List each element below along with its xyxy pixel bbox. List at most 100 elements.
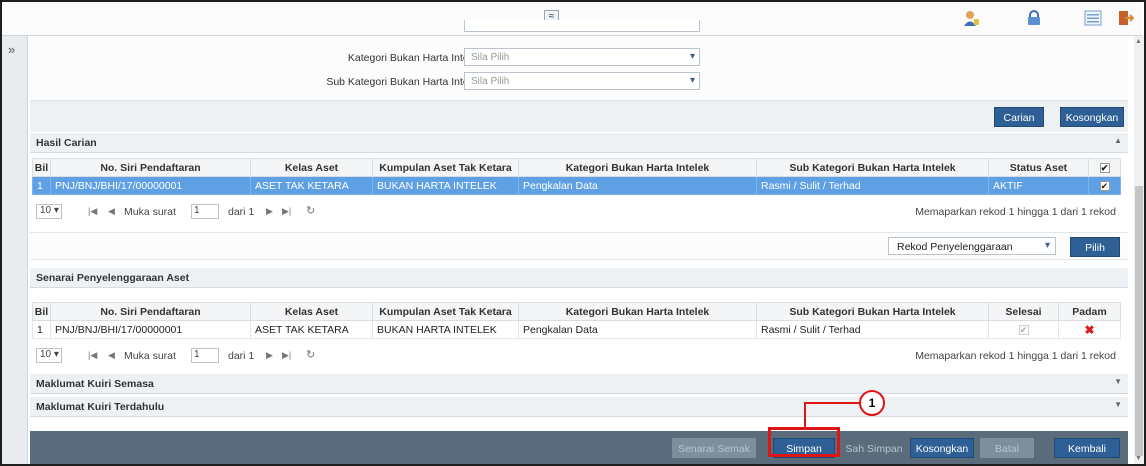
cell-bil: 1 — [32, 176, 51, 195]
chevron-down-icon: ▾ — [1044, 240, 1050, 251]
col-kategori[interactable]: Kategori Bukan Harta Intelek — [518, 302, 757, 321]
table-header-row: Bil No. Siri Pendaftaran Kelas Aset Kump… — [32, 158, 1121, 177]
sah-simpan-button[interactable]: Sah Simpan — [844, 438, 904, 458]
maintenance-table: Bil No. Siri Pendaftaran Kelas Aset Kump… — [32, 302, 1121, 339]
record-info: Memaparkan rekod 1 hingga 1 dari 1 rekod — [915, 206, 1116, 218]
row-checkbox[interactable]: ✔ — [1088, 176, 1121, 195]
kuiri-terdahulu-title: Maklumat Kuiri Terdahulu — [36, 401, 165, 413]
last-page-icon[interactable]: ▶| — [282, 350, 291, 361]
results-table: Bil No. Siri Pendaftaran Kelas Aset Kump… — [32, 158, 1121, 195]
col-no-siri[interactable]: No. Siri Pendaftaran — [50, 158, 251, 177]
scroll-down-icon[interactable]: ▼ — [1135, 455, 1142, 462]
search-button-bar: Carian Kosongkan — [30, 100, 1128, 132]
cell-kelas: ASET TAK KETARA — [250, 176, 373, 195]
chevron-down-icon: ▾ — [689, 75, 695, 86]
filter-form: Kategori Bukan Harta Intelek : Sila Pili… — [30, 20, 1128, 98]
filter-row-sub-kategori: Sub Kategori Bukan Harta Intelek : Sila … — [30, 72, 1128, 92]
col-kategori[interactable]: Kategori Bukan Harta Intelek — [518, 158, 757, 177]
page-size-select[interactable]: 10 ▾ — [36, 204, 62, 219]
cell-no-siri: PNJ/BNJ/BHI/17/00000001 — [50, 176, 251, 195]
first-page-icon[interactable]: |◀ — [88, 350, 97, 361]
scroll-up-icon[interactable]: ▲ — [1135, 38, 1142, 45]
kuiri-terdahulu-header[interactable]: Maklumat Kuiri Terdahulu ▼ — [30, 397, 1128, 417]
table-row[interactable]: 1 PNJ/BNJ/BHI/17/00000001 ASET TAK KETAR… — [32, 320, 1121, 339]
cell-bil: 1 — [32, 320, 51, 339]
col-kelas[interactable]: Kelas Aset — [250, 158, 373, 177]
col-no-siri[interactable]: No. Siri Pendaftaran — [50, 302, 251, 321]
kategori-placeholder: Sila Pilih — [471, 52, 510, 63]
cell-kumpulan: BUKAN HARTA INTELEK — [372, 320, 519, 339]
cell-kategori: Pengkalan Data — [518, 320, 757, 339]
scrollbar-thumb[interactable] — [1135, 186, 1143, 456]
cell-kategori: Pengkalan Data — [518, 176, 757, 195]
first-page-icon[interactable]: |◀ — [88, 206, 97, 217]
expand-sidebar-icon[interactable]: » — [8, 42, 15, 57]
carian-button[interactable]: Carian — [994, 107, 1044, 127]
results-pager: 10 ▾ |◀ ◀ Muka surat 1 dari 1 ▶ ▶| ↻ Mem… — [32, 202, 1120, 222]
callout-line — [804, 403, 806, 428]
page-label: Muka surat — [124, 206, 176, 218]
table-row[interactable]: 1 PNJ/BNJ/BHI/17/00000001 ASET TAK KETAR… — [32, 176, 1121, 195]
page-input[interactable]: 1 — [191, 204, 219, 219]
record-info: Memaparkan rekod 1 hingga 1 dari 1 rekod — [915, 350, 1116, 362]
rekod-select[interactable]: Rekod Penyelenggaraan ▾ — [888, 237, 1056, 255]
refresh-icon[interactable]: ↻ — [306, 204, 315, 217]
expand-icon[interactable]: ▼ — [1114, 400, 1122, 409]
prev-page-icon[interactable]: ◀ — [108, 206, 115, 217]
kosongkan-button[interactable]: Kosongkan — [910, 438, 974, 458]
lock-icon[interactable] — [1025, 9, 1043, 27]
col-sub-kategori[interactable]: Sub Kategori Bukan Harta Intelek — [756, 302, 989, 321]
footer-action-bar: Senarai Semak Simpan Sah Simpan Kosongka… — [30, 431, 1128, 464]
page-label: Muka surat — [124, 350, 176, 362]
hasil-carian-header[interactable]: Hasil Carian ▲ — [30, 133, 1128, 153]
callout-number-badge: 1 — [859, 390, 885, 416]
user-icon[interactable] — [962, 9, 980, 27]
callout-highlight-box — [768, 427, 840, 457]
previous-field-select[interactable] — [464, 20, 700, 32]
sub-kategori-select[interactable]: Sila Pilih ▾ — [464, 72, 700, 90]
last-page-icon[interactable]: ▶| — [282, 206, 291, 217]
cell-sub-kategori: Rasmi / Sulit / Terhad — [756, 176, 989, 195]
expand-icon[interactable]: ▼ — [1114, 377, 1122, 386]
col-bil[interactable]: Bil — [32, 158, 51, 177]
select-all-checkbox[interactable]: ✔ — [1088, 158, 1121, 177]
page-input[interactable]: 1 — [191, 348, 219, 363]
pilih-button[interactable]: Pilih — [1070, 237, 1120, 257]
logout-icon[interactable] — [1116, 9, 1135, 27]
col-selesai[interactable]: Selesai — [988, 302, 1059, 321]
kategori-select[interactable]: Sila Pilih ▾ — [464, 48, 700, 66]
left-sidebar-strip: » — [2, 36, 28, 464]
next-page-icon[interactable]: ▶ — [266, 206, 273, 217]
cell-status: AKTIF — [988, 176, 1089, 195]
callout-line — [804, 402, 860, 404]
col-padam[interactable]: Padam — [1058, 302, 1121, 321]
next-page-icon[interactable]: ▶ — [266, 350, 273, 361]
page-size-select[interactable]: 10 ▾ — [36, 348, 62, 363]
kembali-button[interactable]: Kembali — [1054, 438, 1120, 458]
col-sub-kategori[interactable]: Sub Kategori Bukan Harta Intelek — [756, 158, 989, 177]
prev-page-icon[interactable]: ◀ — [108, 350, 115, 361]
batal-button[interactable]: Batal — [980, 438, 1034, 458]
delete-icon[interactable]: ✖ — [1058, 320, 1121, 339]
col-status[interactable]: Status Aset — [988, 158, 1089, 177]
page-of: dari 1 — [228, 206, 255, 218]
vertical-scrollbar[interactable]: ▲ ▼ — [1134, 36, 1144, 464]
kuiri-semasa-title: Maklumat Kuiri Semasa — [36, 378, 154, 390]
cell-kelas: ASET TAK KETARA — [250, 320, 373, 339]
list-icon[interactable] — [1084, 9, 1102, 27]
senarai-penyelenggaraan-header[interactable]: Senarai Penyelenggaraan Aset — [30, 268, 1128, 288]
col-bil[interactable]: Bil — [32, 302, 51, 321]
refresh-icon[interactable]: ↻ — [306, 348, 315, 361]
hasil-carian-title: Hasil Carian — [36, 137, 97, 149]
col-kelas[interactable]: Kelas Aset — [250, 302, 373, 321]
kuiri-semasa-header[interactable]: Maklumat Kuiri Semasa ▼ — [30, 374, 1128, 394]
col-kumpulan[interactable]: Kumpulan Aset Tak Ketara — [372, 302, 519, 321]
cell-kumpulan: BUKAN HARTA INTELEK — [372, 176, 519, 195]
maintenance-pager: 10 ▾ |◀ ◀ Muka surat 1 dari 1 ▶ ▶| ↻ Mem… — [32, 346, 1120, 366]
kosongkan-search-button[interactable]: Kosongkan — [1060, 107, 1124, 127]
sub-kategori-placeholder: Sila Pilih — [471, 76, 510, 87]
senarai-semak-button[interactable]: Senarai Semak — [672, 438, 756, 458]
rekod-selected: Rekod Penyelenggaraan — [897, 241, 1013, 253]
col-kumpulan[interactable]: Kumpulan Aset Tak Ketara — [372, 158, 519, 177]
collapse-icon[interactable]: ▲ — [1114, 136, 1122, 145]
